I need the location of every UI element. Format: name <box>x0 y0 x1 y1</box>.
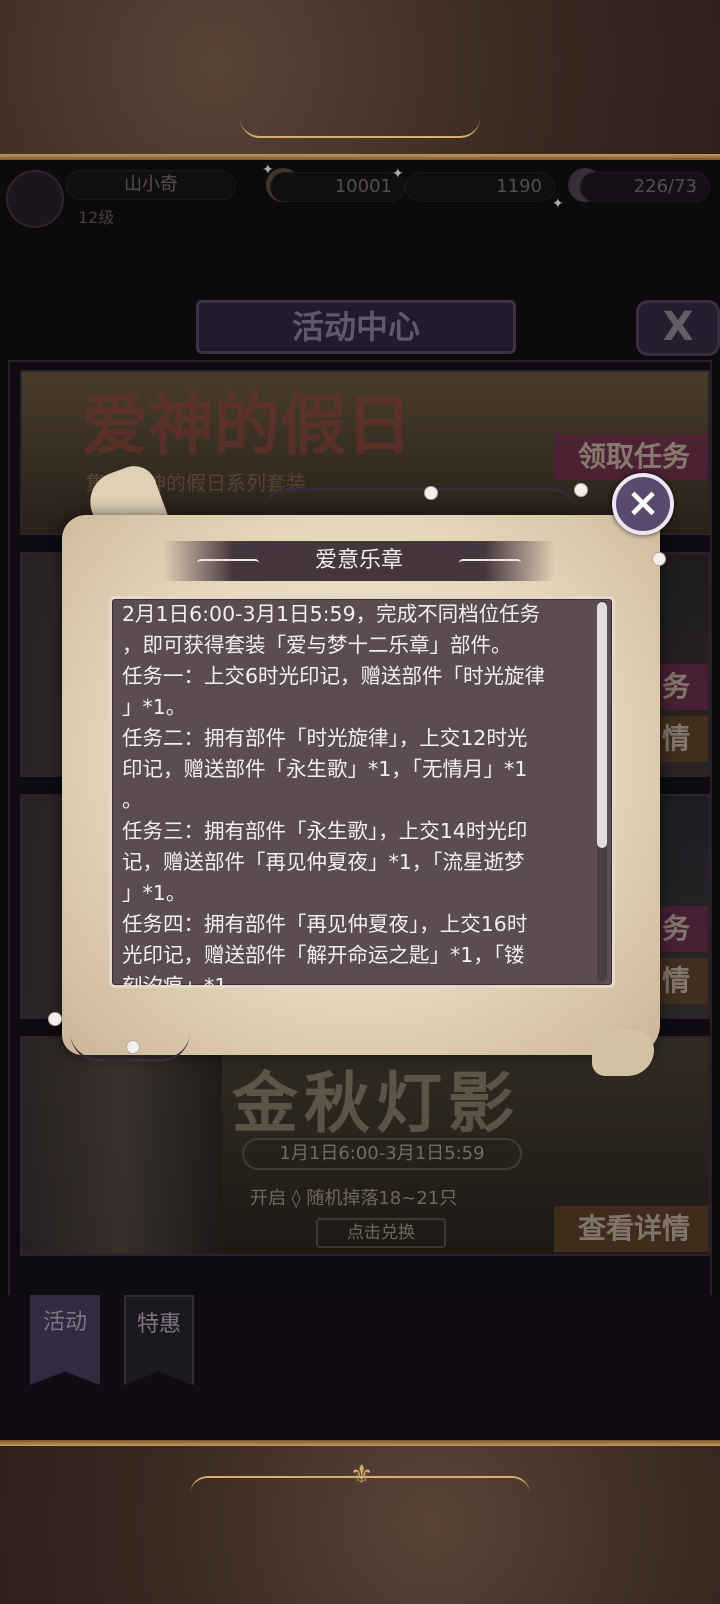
rose-vine-decoration <box>260 488 580 518</box>
description-line: 印记，赠送部件「永生歌」*1，「无情月」*1 <box>122 757 528 781</box>
description-line: 任务四：拥有部件「再见仲夏夜」，上交16时 <box>122 912 528 936</box>
description-line: 刻汐痕」*1。 <box>122 974 248 988</box>
description-line: 」*1。 <box>122 881 187 905</box>
event-description-box[interactable]: 2月1日6:00-3月1日5:59，完成不同档位任务 ，即可获得套装「爱与梦十二乐… <box>109 596 615 988</box>
description-line: ，即可获得套装「爱与梦十二乐章」部件。 <box>122 633 512 657</box>
top-ornament <box>240 118 480 138</box>
event-description-text: 2月1日6:00-3月1日5:59，完成不同档位任务 ，即可获得套装「爱与梦十二乐… <box>122 599 592 988</box>
rose-icon <box>424 486 438 500</box>
description-scrollbar[interactable] <box>597 600 607 982</box>
fleur-ornament-icon: ⚜ <box>350 1460 374 1490</box>
modal-header: 爱意乐章 <box>163 541 555 581</box>
ornate-bottom-frame: ⚜ <box>0 1440 720 1604</box>
description-line: 」*1。 <box>122 695 187 719</box>
description-line: 任务二：拥有部件「时光旋律」，上交12时光 <box>122 726 528 750</box>
rose-icon <box>126 1040 140 1054</box>
description-line: 。 <box>122 788 143 812</box>
rose-icon <box>574 483 588 497</box>
ornate-top-frame <box>0 0 720 160</box>
description-line: 光印记，赠送部件「解开命运之匙」*1，「镂 <box>122 943 525 967</box>
description-line: 任务三：拥有部件「永生歌」，上交14时光印 <box>122 819 528 843</box>
scroll-curl <box>592 1030 654 1076</box>
description-line: 任务一：上交6时光印记，赠送部件「时光旋律 <box>122 664 546 688</box>
rose-icon <box>652 552 666 566</box>
description-line: 记，赠送部件「再见仲夏夜」*1，「流星逝梦 <box>122 850 525 874</box>
rose-icon <box>48 1012 62 1026</box>
swirl-right-icon <box>459 559 521 567</box>
modal-close-button[interactable]: × <box>612 473 674 535</box>
description-line: 2月1日6:00-3月1日5:59，完成不同档位任务 <box>122 602 541 626</box>
scrollbar-thumb[interactable] <box>597 602 607 848</box>
